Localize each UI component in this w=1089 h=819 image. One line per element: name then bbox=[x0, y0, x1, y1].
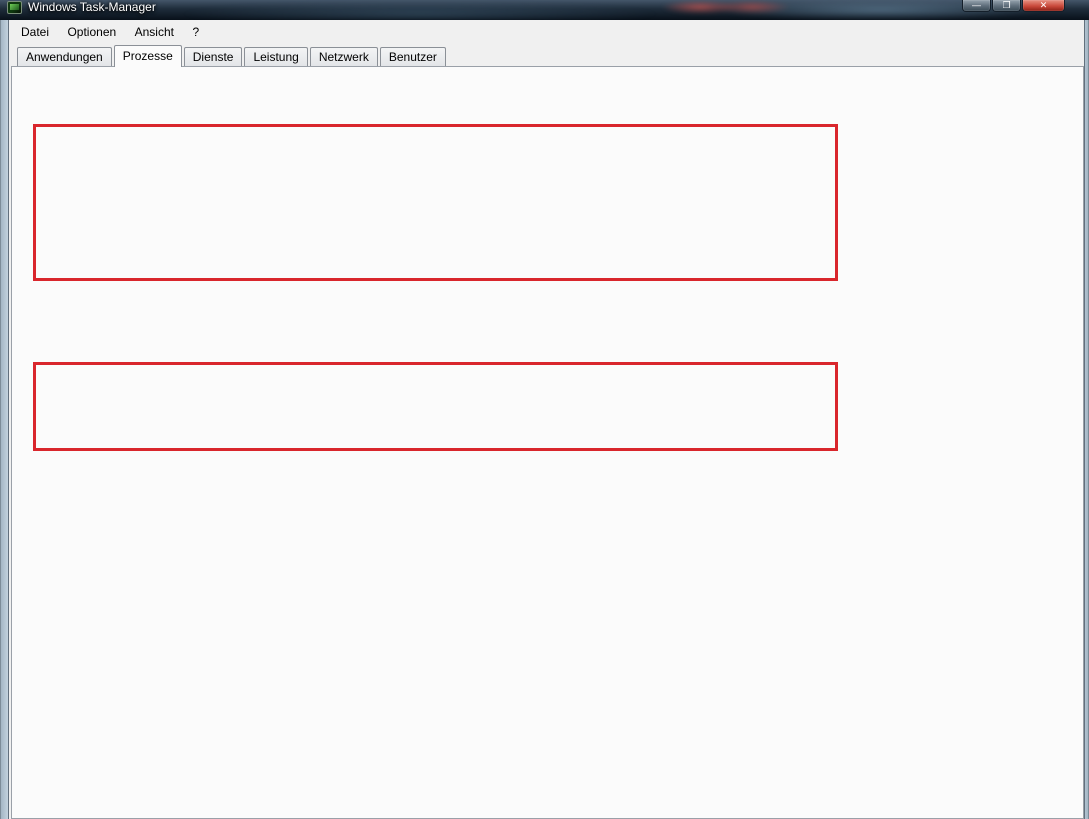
maximize-button[interactable]: ❐ bbox=[992, 0, 1021, 12]
tab-netzwerk[interactable]: Netzwerk bbox=[310, 47, 378, 66]
menu-ansicht[interactable]: Ansicht bbox=[128, 20, 181, 39]
processes-tab-panel bbox=[11, 66, 1084, 819]
close-icon: ✕ bbox=[1040, 0, 1048, 10]
tab-dienste[interactable]: Dienste bbox=[184, 47, 243, 66]
close-button[interactable]: ✕ bbox=[1022, 0, 1065, 12]
tab-strip: Anwendungen Prozesse Dienste Leistung Ne… bbox=[9, 44, 1084, 66]
tab-leistung[interactable]: Leistung bbox=[244, 47, 307, 66]
menu-datei[interactable]: Datei bbox=[14, 20, 56, 39]
minimize-icon: — bbox=[972, 0, 981, 10]
taskmanager-app-icon bbox=[7, 1, 22, 14]
window-frame-left bbox=[0, 20, 8, 819]
window-client-area: Datei Optionen Ansicht ? Anwendungen Pro… bbox=[8, 20, 1085, 819]
aero-glass-reflections bbox=[0, 0, 1089, 20]
menu-bar: Datei Optionen Ansicht ? bbox=[9, 20, 1084, 43]
window-controls: — ❐ ✕ bbox=[961, 0, 1065, 12]
menu-hilfe[interactable]: ? bbox=[185, 20, 206, 39]
window-title: Windows Task-Manager bbox=[28, 0, 156, 16]
tab-prozesse[interactable]: Prozesse bbox=[114, 45, 182, 67]
maximize-icon: ❐ bbox=[1002, 0, 1010, 10]
title-bar: Windows Task-Manager — ❐ ✕ bbox=[0, 0, 1089, 20]
menu-optionen[interactable]: Optionen bbox=[60, 20, 123, 39]
tab-benutzer[interactable]: Benutzer bbox=[380, 47, 446, 66]
minimize-button[interactable]: — bbox=[962, 0, 991, 12]
tab-anwendungen[interactable]: Anwendungen bbox=[17, 47, 112, 66]
